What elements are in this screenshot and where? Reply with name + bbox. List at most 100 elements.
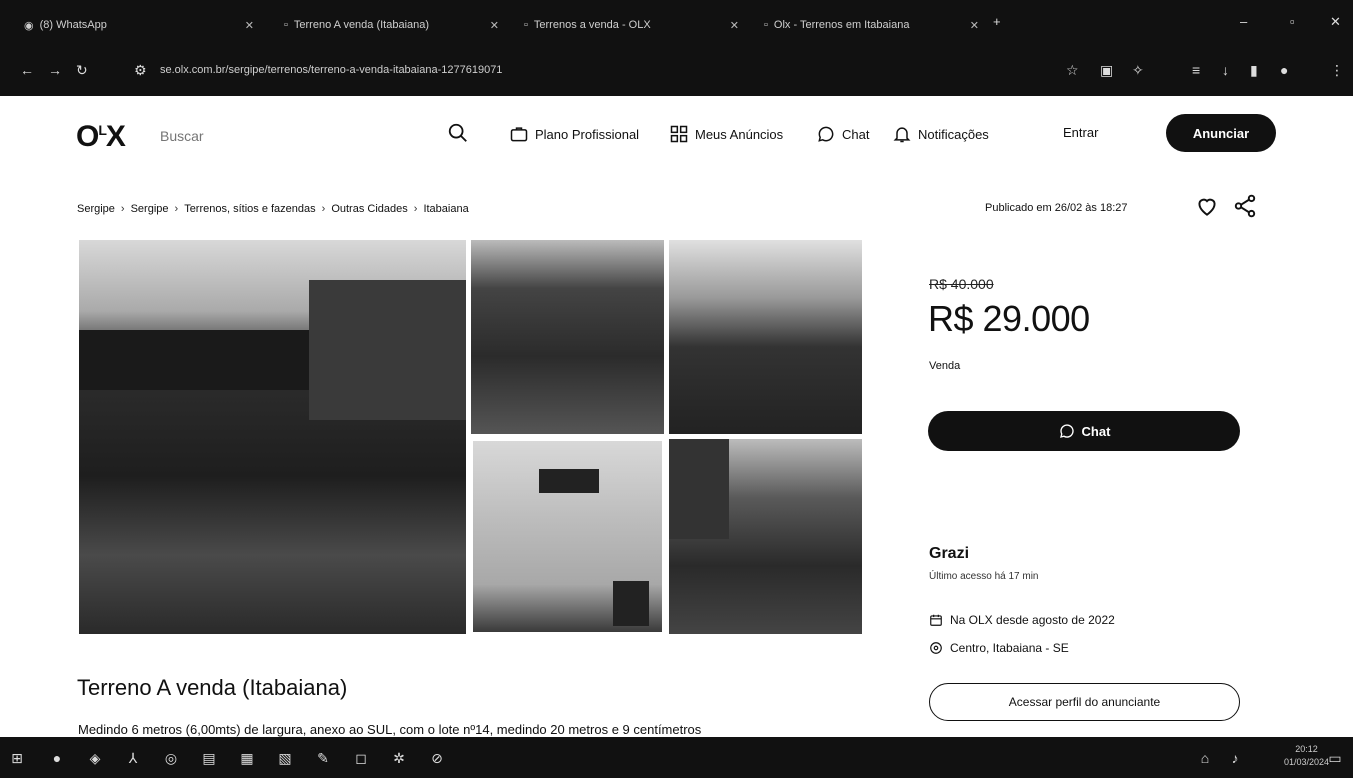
breadcrumb-item[interactable]: Sergipe [77,203,115,215]
nav-meus-anuncios[interactable]: Meus Anúncios [669,124,783,144]
seller-name: Grazi [929,545,970,562]
chevron-right-icon: › [174,203,179,215]
chat-button-label: Chat [1081,423,1111,439]
app-icon[interactable]: ◻ [352,749,370,767]
member-since-text: Na OLX desde agosto de 2022 [950,613,1115,627]
chevron-right-icon: › [321,203,326,215]
bookmark-star-icon[interactable]: ☆ [1066,62,1079,79]
tab-label: Terrenos a venda - OLX [533,19,651,31]
task-view-icon[interactable]: ◈ [86,749,104,767]
window-close-icon[interactable]: ✕ [1330,14,1341,30]
nav-plano-profissional[interactable]: Plano Profissional [509,124,639,144]
calendar-icon [930,614,942,626]
browser-address-bar: ← → ↻ ⚙ se.olx.com.br/sergipe/terrenos/t… [0,50,1353,96]
published-date: Publicado em 26/02 às 18:27 [985,202,1128,214]
location-pin-icon [930,642,942,654]
site-header: OLX Plano Profissional Meus Anúncios Cha… [0,96,1353,174]
profile-icon[interactable]: ● [1280,62,1288,78]
app-icon[interactable]: ▤ [200,749,218,767]
gallery-photo[interactable] [669,439,862,634]
nav-label: Notificações [918,126,989,142]
app-icon[interactable]: ▦ [238,749,256,767]
browser-tab[interactable]: ▫ Terrenos a venda - OLX ✕ [524,14,739,36]
sidebar-icon[interactable]: ▮ [1250,62,1258,79]
close-icon[interactable]: ✕ [490,19,499,32]
olx-favicon-icon: ▫ [524,19,528,31]
gallery-photo[interactable] [471,240,664,434]
breadcrumb: Sergipe › Sergipe › Terrenos, sítios e f… [77,203,469,215]
tab-label: Olx - Terrenos em Itabaiana [773,19,910,31]
seller-member-since: Na OLX desde agosto de 2022 [929,613,1115,627]
new-tab-icon[interactable]: + [993,14,1001,29]
listing-type: Venda [929,360,961,372]
close-icon[interactable]: ✕ [245,19,254,32]
site-info-icon[interactable]: ⚙ [134,62,147,79]
breadcrumb-item[interactable]: Outras Cidades [331,203,407,215]
browser-tab[interactable]: ▫ Terreno A venda (Itabaiana) ✕ [284,14,499,36]
system-clock[interactable]: 20:12 01/03/2024 [1284,743,1329,769]
close-icon[interactable]: ✕ [730,19,739,32]
puzzle-icon[interactable]: ✧ [1132,62,1144,79]
share-icon[interactable] [1232,193,1258,219]
volume-icon[interactable]: ♪ [1226,749,1244,767]
grid-icon [670,125,688,143]
reload-icon[interactable]: ↻ [76,62,88,79]
seller-last-access: Último acesso há 17 min [929,571,1039,582]
old-price: R$ 40.000 [929,276,994,292]
seller-profile-button[interactable]: Acessar perfil do anunciante [929,683,1240,721]
settings-icon[interactable]: ✲ [390,749,408,767]
olx-favicon-icon: ▫ [284,19,288,31]
minimize-icon[interactable]: – [1240,14,1247,29]
heart-icon[interactable] [1194,193,1220,219]
app-icon[interactable]: ⊘ [428,749,446,767]
media-icon[interactable]: ≡ [1192,62,1200,78]
seller-location: Centro, Itabaiana - SE [929,641,1069,655]
olx-favicon-icon: ▫ [764,19,768,31]
post-ad-button[interactable]: Anunciar [1166,114,1276,152]
nav-chat[interactable]: Chat [816,124,869,144]
network-icon[interactable]: ⌂ [1196,749,1214,767]
nav-label: Plano Profissional [535,126,640,142]
maximize-icon[interactable]: ▫ [1290,14,1295,29]
chevron-right-icon: › [120,203,125,215]
app-icon[interactable]: ⅄ [124,749,142,767]
gallery-main-photo[interactable] [79,240,466,634]
chat-icon [1059,424,1074,438]
clock-date: 01/03/2024 [1284,757,1330,767]
forward-icon[interactable]: → [48,62,62,78]
download-icon[interactable]: ↓ [1222,62,1229,78]
bell-icon [893,127,911,143]
app-icon[interactable]: ✎ [314,749,332,767]
start-menu-icon[interactable]: ⊞ [8,749,26,767]
search-icon[interactable] [447,122,469,144]
olx-logo[interactable]: OLX [76,120,126,154]
breadcrumb-item[interactable]: Itabaiana [423,203,468,215]
browser-tab[interactable]: ◉ (8) WhatsApp ✕ [24,14,254,36]
search-icon[interactable]: ● [48,749,66,767]
location-text: Centro, Itabaiana - SE [950,641,1069,655]
search-input[interactable] [160,124,430,148]
menu-icon[interactable]: ⋮ [1330,62,1344,79]
app-icon[interactable]: ▧ [276,749,294,767]
gallery-photo[interactable] [471,439,664,634]
tab-label: Terreno A venda (Itabaiana) [293,19,430,31]
nav-label: Meus Anúncios [695,126,784,142]
extension-icon[interactable]: ▣ [1100,62,1113,79]
close-icon[interactable]: ✕ [970,19,979,32]
notification-center-icon[interactable]: ▭ [1326,749,1344,767]
breadcrumb-item[interactable]: Terrenos, sítios e fazendas [184,203,315,215]
browser-tab[interactable]: ▫ Olx - Terrenos em Itabaiana ✕ [764,14,979,36]
login-link[interactable]: Entrar [1063,125,1098,140]
gallery-photo[interactable] [669,240,862,434]
breadcrumb-item[interactable]: Sergipe [131,203,169,215]
briefcase-icon [510,127,528,142]
chat-button[interactable]: Chat [928,411,1240,451]
chat-icon [818,126,834,142]
app-icon[interactable]: ◎ [162,749,180,767]
price: R$ 29.000 [928,298,1090,339]
url-field[interactable]: se.olx.com.br/sergipe/terrenos/terreno-a… [160,64,502,76]
back-icon[interactable]: ← [20,62,34,78]
os-taskbar: ⊞ ● ◈ ⅄ ◎ ▤ ▦ ▧ ✎ ◻ ✲ ⊘ ⌂ ♪ 20:12 01/03/… [0,737,1353,778]
tab-label: (8) WhatsApp [39,19,107,31]
nav-notificacoes[interactable]: Notificações [892,124,989,144]
